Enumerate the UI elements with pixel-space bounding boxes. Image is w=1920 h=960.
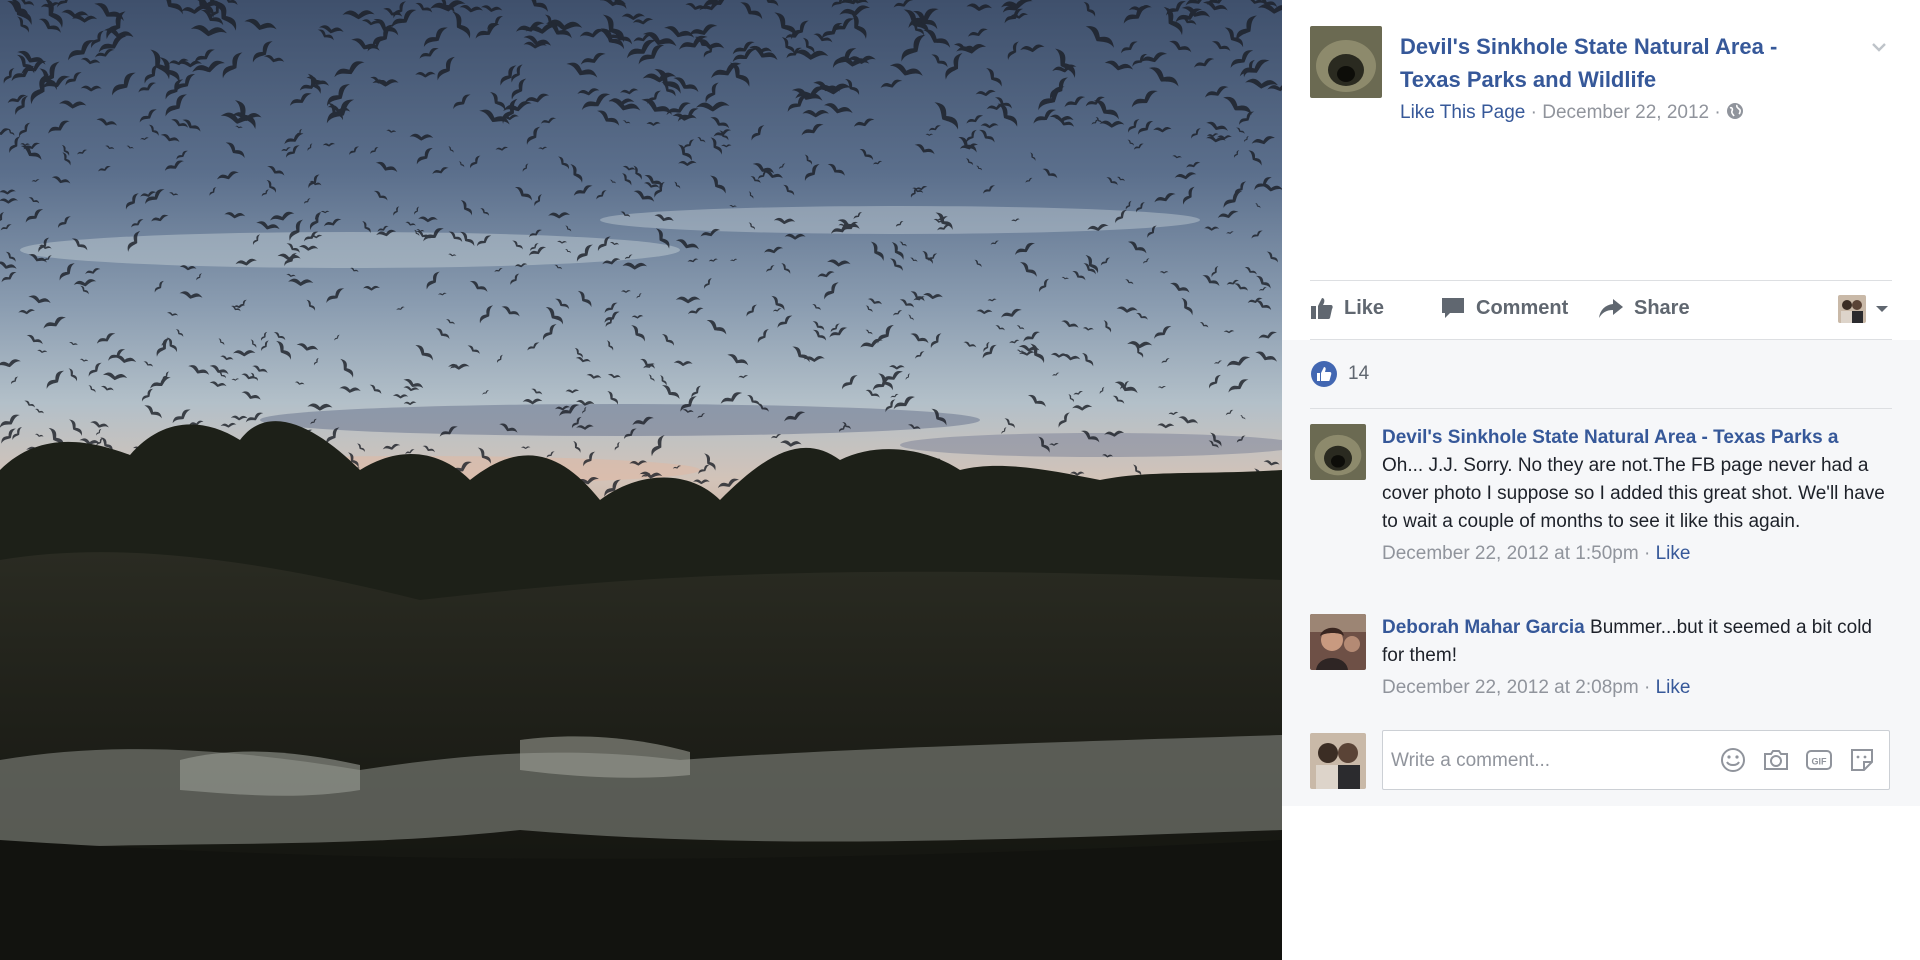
post-details-panel: Devil's Sinkhole State Natural Area - Te… <box>1282 0 1920 960</box>
meta-separator-2: · <box>1714 102 1721 123</box>
sinkhole-avatar-icon <box>1310 26 1382 98</box>
comment-meta: December 22, 2012 at 2:08pm · Like <box>1382 674 1892 702</box>
meta-separator: · <box>1643 543 1651 564</box>
page-avatar[interactable] <box>1310 26 1382 98</box>
viewer-selector[interactable] <box>1838 295 1892 323</box>
comment-author[interactable]: Deborah Mahar Garcia <box>1382 617 1585 638</box>
like-label: Like <box>1344 296 1385 319</box>
divider <box>1310 339 1892 340</box>
comment-bubble-icon <box>1442 298 1464 318</box>
globe-icon[interactable] <box>1726 102 1744 120</box>
post-meta: Like This Page · December 22, 2012 · <box>1400 102 1744 124</box>
comment-time[interactable]: December 22, 2012 at 1:50pm <box>1382 543 1639 564</box>
like-count: 14 <box>1348 363 1370 384</box>
like-this-page-link[interactable]: Like This Page <box>1400 102 1525 123</box>
post-actions-bar: Like Comment Share <box>1310 286 1892 330</box>
meta-separator: · <box>1530 102 1537 123</box>
sinkhole-avatar-icon <box>1310 424 1366 480</box>
comment-label: Comment <box>1476 296 1569 319</box>
comment-author[interactable]: Devil's Sinkhole State Natural Area - Te… <box>1382 424 1904 452</box>
comment-author-avatar[interactable] <box>1310 424 1366 480</box>
comment-like-link[interactable]: Like <box>1656 677 1691 698</box>
comment-author-avatar[interactable] <box>1310 614 1366 670</box>
camera-icon[interactable] <box>1762 746 1790 774</box>
emoji-icon[interactable] <box>1719 746 1747 774</box>
like-button[interactable]: Like <box>1310 286 1384 330</box>
page-name-link[interactable]: Devil's Sinkhole State Natural Area - Te… <box>1400 30 1840 96</box>
share-label: Share <box>1634 296 1690 319</box>
thumbs-up-icon <box>1311 298 1333 319</box>
comment-text: Oh... J.J. Sorry. No they are not.The FB… <box>1382 455 1885 532</box>
divider <box>1310 408 1892 409</box>
sticker-icon[interactable] <box>1848 746 1876 774</box>
bats-at-dusk-photo <box>0 0 1282 960</box>
reactions-summary[interactable]: 14 <box>1310 360 1369 388</box>
comment-box[interactable]: GIF <box>1382 730 1890 790</box>
viewer-avatar-icon <box>1310 733 1366 789</box>
comment-input[interactable] <box>1389 745 1713 777</box>
post-menu-chevron-icon[interactable] <box>1868 36 1890 58</box>
divider <box>1310 280 1892 281</box>
viewer-avatar <box>1838 295 1866 323</box>
share-button[interactable]: Share <box>1598 286 1690 330</box>
like-reaction-icon <box>1311 361 1337 387</box>
viewer-avatar <box>1310 733 1366 789</box>
gif-icon[interactable]: GIF <box>1805 746 1833 774</box>
viewer-avatar-icon <box>1838 295 1866 323</box>
share-arrow-icon <box>1599 299 1623 318</box>
comment-like-link[interactable]: Like <box>1656 543 1691 564</box>
post-header: Devil's Sinkhole State Natural Area - Te… <box>1310 26 1890 126</box>
chevron-down-icon <box>1876 306 1888 312</box>
person-avatar-icon <box>1310 614 1366 670</box>
comment-composer: GIF <box>1310 730 1892 792</box>
svg-text:GIF: GIF <box>1812 757 1828 767</box>
comment-meta: December 22, 2012 at 1:50pm · Like <box>1382 540 1892 568</box>
meta-separator: · <box>1643 677 1651 698</box>
post-date[interactable]: December 22, 2012 <box>1542 102 1709 123</box>
post-photo[interactable] <box>0 0 1282 960</box>
comment-time[interactable]: December 22, 2012 at 2:08pm <box>1382 677 1639 698</box>
comment-button[interactable]: Comment <box>1440 286 1568 330</box>
